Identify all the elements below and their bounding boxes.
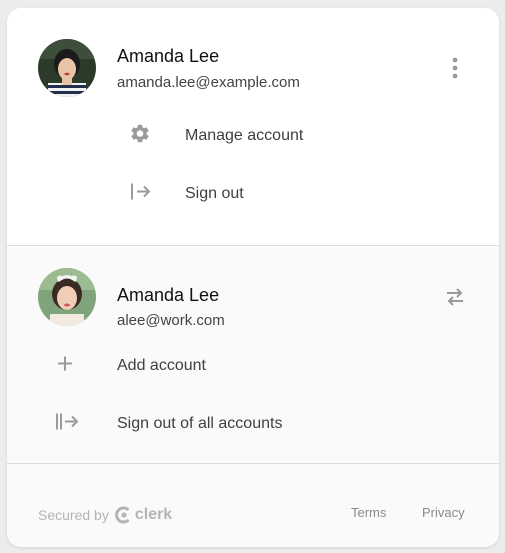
privacy-link[interactable]: Privacy <box>422 505 465 520</box>
sign-out-all-button[interactable]: Sign out of all accounts <box>47 404 467 444</box>
add-account-label: Add account <box>117 357 206 374</box>
clerk-logo[interactable]: clerk <box>115 506 172 524</box>
primary-account-email: amanda.lee@example.com <box>117 74 300 91</box>
gear-icon <box>129 123 151 150</box>
sign-out-all-icon <box>54 412 80 437</box>
clerk-logo-icon <box>115 506 130 524</box>
terms-link[interactable]: Terms <box>351 505 386 520</box>
kebab-menu-icon <box>452 57 458 79</box>
manage-account-button[interactable]: Manage account <box>117 116 437 156</box>
sign-out-all-label: Sign out of all accounts <box>117 415 283 432</box>
secured-by-text: Secured by <box>38 507 109 523</box>
account-switcher-card: Amanda Lee amanda.lee@example.com Manage… <box>7 8 499 547</box>
sign-out-label: Sign out <box>185 185 244 202</box>
secured-by-notice: Secured by clerk <box>38 503 172 527</box>
switch-account-button[interactable] <box>443 285 467 309</box>
clerk-logo-text: clerk <box>134 506 173 523</box>
more-options-button[interactable] <box>445 56 465 82</box>
card-footer: Secured by clerk Terms Privacy <box>7 464 499 547</box>
sign-out-icon <box>129 182 153 207</box>
plus-icon <box>57 356 73 377</box>
sign-out-button[interactable]: Sign out <box>117 174 437 214</box>
secondary-account-avatar[interactable] <box>38 268 96 326</box>
secondary-account-email: alee@work.com <box>117 312 225 329</box>
secondary-account-name: Amanda Lee <box>117 285 220 305</box>
primary-account-section: Amanda Lee amanda.lee@example.com Manage… <box>7 8 499 245</box>
add-account-button[interactable]: Add account <box>47 346 467 386</box>
primary-account-avatar <box>38 39 96 97</box>
switch-arrows-icon <box>447 288 463 306</box>
primary-account-name: Amanda Lee <box>117 46 220 66</box>
manage-account-label: Manage account <box>185 127 304 144</box>
secondary-account-section: Amanda Lee alee@work.com Add account Sig… <box>7 245 499 464</box>
